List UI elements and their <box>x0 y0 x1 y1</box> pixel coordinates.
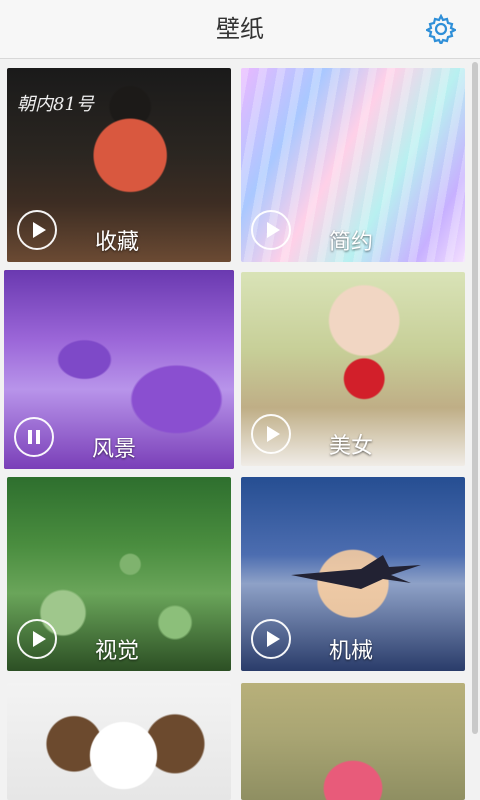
tile-overlay-text: 朝内81号 <box>17 94 94 115</box>
tile-image <box>241 683 465 800</box>
tile-label: 视觉 <box>95 639 140 664</box>
play-icon[interactable] <box>251 210 291 250</box>
gear-icon[interactable] <box>426 14 456 44</box>
tile-label: 机械 <box>329 639 374 664</box>
tile-label: 美女 <box>329 434 374 459</box>
wallpaper-tile-scenery[interactable]: 风景 <box>4 270 234 469</box>
wallpaper-tile-favorites[interactable]: 朝内81号 收藏 <box>7 68 231 262</box>
wallpaper-tile-visual[interactable]: 视觉 <box>7 477 231 671</box>
play-icon[interactable] <box>251 414 291 454</box>
wallpaper-tile-beauty[interactable]: 美女 <box>241 272 465 466</box>
app-header: 壁纸 <box>0 0 480 59</box>
scrollbar[interactable] <box>472 62 478 734</box>
wallpaper-tile-love[interactable] <box>241 683 465 800</box>
wallpaper-grid: 朝内81号 收藏 简约 风景 美女 视觉 机械 <box>0 59 480 800</box>
tile-label: 收藏 <box>95 230 140 255</box>
wallpaper-tile-puppy[interactable] <box>7 683 231 800</box>
tile-label: 风景 <box>92 437 137 462</box>
tile-label: 简约 <box>329 230 374 255</box>
tile-image <box>7 683 231 800</box>
wallpaper-tile-mechanical[interactable]: 机械 <box>241 477 465 671</box>
play-icon[interactable] <box>251 619 291 659</box>
pause-icon[interactable] <box>14 417 54 457</box>
play-icon[interactable] <box>17 210 57 250</box>
page-title: 壁纸 <box>216 15 264 43</box>
play-icon[interactable] <box>17 619 57 659</box>
jet-icon <box>291 555 421 589</box>
wallpaper-tile-simple[interactable]: 简约 <box>241 68 465 262</box>
